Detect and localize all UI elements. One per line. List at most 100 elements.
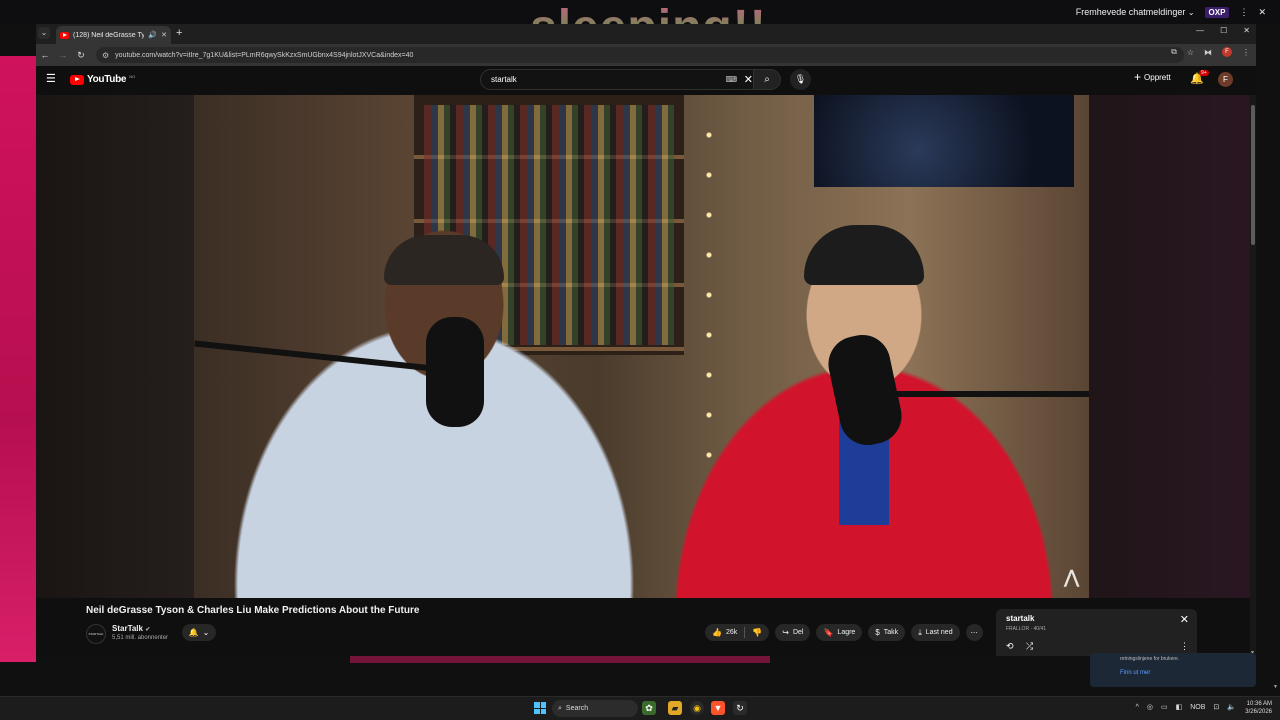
chat-filter-dropdown[interactable]: Fremhevede chatmeldinger ⌄ — [1076, 7, 1195, 17]
browser-menu-icon[interactable]: ⋮ — [1242, 48, 1250, 57]
more-actions-button[interactable]: ⋯ — [965, 624, 983, 641]
thumbs-down-icon: 👎 — [752, 628, 763, 637]
keyboard-icon[interactable]: ⌨ — [725, 75, 737, 84]
forward-icon[interactable]: → — [54, 50, 72, 60]
brave-icon[interactable]: ▼ — [711, 701, 725, 715]
back-icon[interactable]: ← — [36, 50, 54, 60]
install-app-icon[interactable]: ⧉ — [1171, 47, 1177, 57]
system-tray: ^ ◎ ▭ ◧ NOB ⊡ 🔈 — [1136, 703, 1236, 712]
widgets-icon[interactable]: ✿ — [642, 701, 656, 715]
taskbar-search[interactable]: ⌕ Search — [552, 700, 638, 717]
url-field[interactable]: ⚙ youtube.com/watch?v=itIre_7g1KU&list=P… — [96, 47, 1184, 63]
playlist-panel: startalk FRALLOR · 40/41 ✕ ⟲ ⤮ ⋮ — [996, 609, 1197, 656]
bell-icon: 🔔 — [188, 628, 199, 637]
download-button[interactable]: ⤓ Last ned — [911, 624, 960, 641]
new-tab-button[interactable]: + — [176, 27, 182, 39]
close-chat-icon[interactable]: ✕ — [1258, 7, 1266, 18]
close-window-icon[interactable]: ✕ — [1243, 26, 1250, 35]
tab-youtube[interactable]: (128) Neil deGrasse Tyson & 🔊 ✕ — [56, 26, 171, 44]
scrollbar-thumb[interactable] — [1251, 105, 1255, 245]
stream-background-left — [0, 56, 36, 662]
verified-icon: ✔ — [145, 627, 151, 633]
extensions-icon[interactable]: ⧓ — [1204, 48, 1212, 57]
chrome-icon[interactable]: ◉ — [690, 701, 704, 715]
search-icon: ⌕ — [764, 74, 770, 85]
share-icon: ↪ — [782, 628, 789, 637]
learn-more-link[interactable]: Finn ut mer — [1120, 670, 1150, 676]
search-input[interactable] — [491, 75, 711, 84]
bookmark-icon: 🔖 — [823, 628, 834, 637]
chevron-down-icon: ⌄ — [1187, 8, 1195, 17]
clock-time: 10:36 AM — [1246, 701, 1272, 707]
like-button[interactable]: 👍 26k — [705, 624, 744, 641]
chevron-down-icon: ⌄ — [202, 628, 210, 637]
menu-icon[interactable]: ☰ — [46, 74, 58, 85]
youtube-favicon-icon — [60, 31, 69, 39]
search-field[interactable]: ⌨ ✕ — [480, 69, 760, 90]
toolbar-right: ⧉ ☆ ⧓ F ⋮ — [1171, 47, 1250, 57]
clear-search-icon[interactable]: ✕ — [744, 73, 753, 86]
close-playlist-icon[interactable]: ✕ — [1180, 613, 1189, 626]
search-button[interactable]: ⌕ — [753, 69, 781, 90]
audio-playing-icon[interactable]: 🔊 — [148, 31, 157, 39]
playlist-title[interactable]: startalk — [1006, 614, 1034, 623]
country-code: NO — [129, 74, 136, 79]
video-title: Neil deGrasse Tyson & Charles Liu Make P… — [86, 605, 420, 616]
shuffle-icon[interactable]: ⤮ — [1026, 641, 1033, 652]
volume-icon[interactable]: 🔈 — [1227, 703, 1236, 711]
video-player[interactable]: ⋀ — [194, 95, 1089, 598]
clock-date: 3/26/2026 — [1245, 709, 1272, 715]
youtube-logo-text: YouTube — [87, 74, 127, 85]
app-icon[interactable]: ↻ — [733, 701, 747, 715]
tray-app-icon-3[interactable]: ◧ — [1176, 703, 1183, 711]
network-icon[interactable]: ⊡ — [1213, 703, 1219, 711]
reload-icon[interactable]: ↻ — [72, 50, 90, 61]
url-text: youtube.com/watch?v=itIre_7g1KU&list=PLm… — [115, 51, 414, 59]
window-controls: — ☐ ✕ — [1196, 26, 1250, 35]
tab-search-button[interactable]: ⌄ — [38, 27, 50, 39]
mic-arm-right — [894, 391, 1089, 397]
close-tab-icon[interactable]: ✕ — [161, 31, 167, 39]
page-scrollbar[interactable]: ▼ — [1250, 95, 1256, 656]
channel-avatar[interactable]: STARTALK — [86, 624, 106, 644]
profile-icon[interactable]: F — [1222, 47, 1232, 57]
create-button[interactable]: + Opprett — [1134, 71, 1171, 83]
dislike-button[interactable]: 👎 — [745, 624, 769, 641]
channel-watermark-icon[interactable]: ⋀ — [1064, 567, 1079, 588]
save-button[interactable]: 🔖 Lagre — [816, 624, 863, 641]
minimize-icon[interactable]: — — [1196, 26, 1204, 35]
youtube-logo[interactable]: YouTube NO — [70, 74, 135, 85]
start-menu-icon[interactable] — [534, 702, 546, 714]
thanks-button[interactable]: $ Takk — [868, 624, 906, 641]
save-label: Lagre — [837, 629, 856, 636]
like-dislike-group: 👍 26k 👎 — [705, 624, 770, 641]
channel-name[interactable]: StarTalk ✔ — [112, 624, 150, 633]
tray-app-icon[interactable]: ◎ — [1147, 703, 1153, 711]
mic-icon: 🎙 — [794, 74, 807, 84]
youtube-play-icon — [70, 74, 84, 85]
share-button[interactable]: ↪ Del — [775, 624, 811, 641]
notification-count-badge: 9+ — [1199, 70, 1209, 76]
tray-app-icon-2[interactable]: ▭ — [1161, 703, 1168, 711]
maximize-icon[interactable]: ☐ — [1220, 26, 1227, 35]
system-clock[interactable]: 10:36 AM 3/26/2026 — [1245, 700, 1272, 716]
tray-overflow-icon[interactable]: ^ — [1136, 704, 1139, 711]
thanks-icon: $ — [875, 628, 880, 637]
subscriber-count: 5,51 mill. abonnenter — [112, 635, 169, 641]
file-explorer-icon[interactable]: ▰ — [668, 701, 682, 715]
bookmark-star-icon[interactable]: ☆ — [1187, 48, 1194, 57]
tab-strip: ⌄ (128) Neil deGrasse Tyson & 🔊 ✕ + — ☐ … — [36, 24, 1256, 44]
subscription-bell-button[interactable]: 🔔 ⌄ — [182, 624, 216, 641]
account-avatar[interactable]: F — [1218, 72, 1233, 87]
kebab-menu-icon[interactable]: ⋮ — [1239, 7, 1248, 18]
voice-search-button[interactable]: 🎙 — [790, 69, 811, 90]
playlist-subtitle: FRALLOR · 40/41 — [1006, 626, 1047, 632]
loop-icon[interactable]: ⟲ — [1006, 641, 1014, 652]
oxp-badge[interactable]: OXP — [1204, 6, 1230, 18]
microphone-left — [426, 317, 484, 427]
outer-scroll-down-icon[interactable]: ▼ — [1273, 684, 1278, 690]
site-info-icon[interactable]: ⚙ — [102, 51, 109, 60]
thanks-label: Takk — [883, 629, 899, 636]
playlist-more-icon[interactable]: ⋮ — [1180, 641, 1189, 652]
language-indicator[interactable]: NOB — [1190, 704, 1205, 711]
